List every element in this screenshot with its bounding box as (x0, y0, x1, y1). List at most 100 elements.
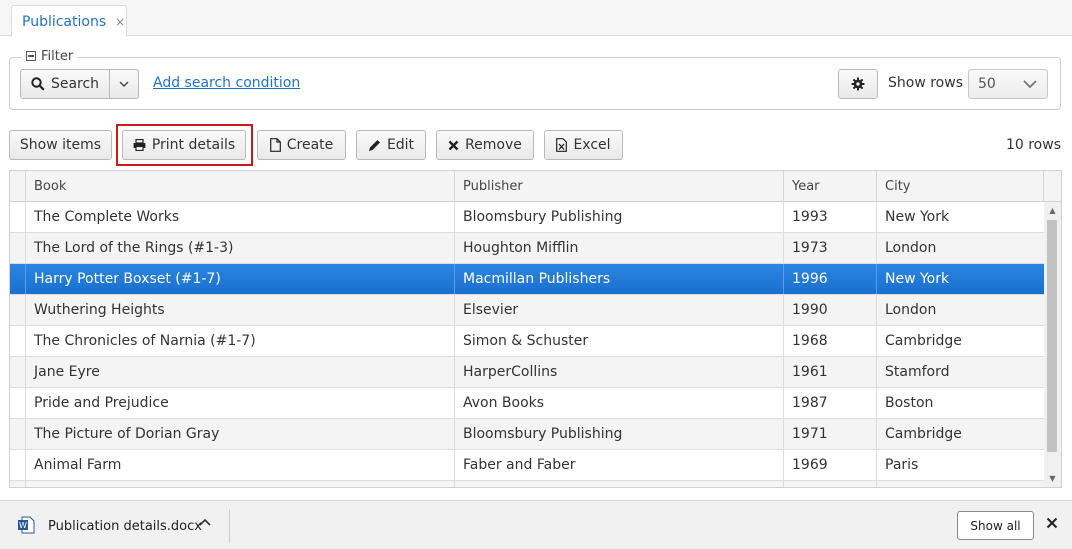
create-button[interactable]: Create (257, 130, 346, 160)
scrollbar-thumb[interactable] (1047, 220, 1057, 452)
cell-city: New York (885, 209, 950, 225)
tab-bar: Publications × (0, 0, 1072, 37)
cell-year: 1971 (784, 419, 877, 449)
remove-button[interactable]: Remove (436, 130, 534, 160)
header-spacer (1044, 171, 1061, 202)
table-row[interactable]: The Lord of the Rings (#1-3) Houghton Mif… (10, 233, 1044, 264)
tab-label[interactable]: Publications (22, 14, 106, 30)
scroll-up-icon[interactable]: ▲ (1044, 204, 1061, 218)
show-rows-value: 50 (978, 76, 996, 92)
row-marker[interactable] (10, 357, 26, 387)
chevron-down-icon (1023, 80, 1037, 89)
table-row[interactable]: The Picture of Dorian Gray Bloomsbury Pub… (10, 419, 1044, 450)
row-marker[interactable] (10, 295, 26, 325)
show-all-button[interactable]: Show all (957, 511, 1034, 540)
download-bar: W Publication details.docx Show all (0, 500, 1072, 549)
grid-header: Book Publisher Year City (10, 171, 1061, 202)
cell-city: Boston (885, 395, 934, 411)
cell-city: London (885, 302, 937, 318)
table-row[interactable]: Wuthering Heights Elsevier 1990 London (10, 295, 1044, 326)
close-icon[interactable] (1046, 517, 1058, 529)
column-header-year[interactable]: Year (784, 171, 877, 202)
cell-city: Stamford (885, 364, 950, 380)
cell-book: Jane Eyre (26, 357, 455, 387)
cell-year: 1996 (784, 264, 877, 294)
row-marker[interactable] (10, 388, 26, 418)
edit-button[interactable]: Edit (356, 130, 426, 160)
cell-year: 1968 (784, 326, 877, 356)
row-marker[interactable] (10, 326, 26, 356)
row-count: 10 rows (1005, 137, 1061, 153)
svg-text:W: W (19, 521, 27, 530)
search-dropdown-button[interactable] (109, 69, 139, 99)
show-rows-select[interactable]: 50 (968, 69, 1048, 99)
edit-label: Edit (386, 137, 415, 153)
cell-book (26, 481, 455, 487)
excel-button[interactable]: Excel (544, 130, 623, 160)
cell-city: Cambridge (885, 333, 962, 349)
filter-legend[interactable]: Filter (22, 48, 78, 64)
highlight-box (116, 124, 253, 166)
word-document-icon: W (18, 516, 35, 534)
cell-publisher: Faber and Faber (455, 450, 784, 480)
row-marker[interactable] (10, 233, 26, 263)
cell-year: 1990 (784, 295, 877, 325)
search-button[interactable]: Search (20, 69, 110, 99)
cell-city (877, 481, 1044, 487)
table-row-selected[interactable]: Harry Potter Boxset (#1-7) Macmillan Publ… (10, 264, 1044, 295)
show-items-button[interactable]: Show items (9, 130, 112, 160)
row-marker[interactable] (10, 202, 26, 232)
x-icon (448, 140, 459, 150)
cell-year: 1993 (784, 202, 877, 232)
scroll-down-icon[interactable]: ▼ (1044, 472, 1061, 486)
collapse-icon[interactable] (26, 51, 36, 61)
cell-book: Animal Farm (26, 450, 455, 480)
table-row[interactable]: The Chronicles of Narnia (#1-7) Simon & S… (10, 326, 1044, 357)
column-header-book[interactable]: Book (26, 171, 455, 202)
row-marker[interactable] (10, 481, 26, 487)
download-file-name[interactable]: Publication details.docx (48, 519, 202, 534)
close-icon[interactable]: × (115, 15, 125, 29)
excel-label: Excel (573, 137, 611, 153)
table-row[interactable]: Jane Eyre HarperCollins 1961 Stamford (10, 357, 1044, 388)
table-row[interactable]: Pride and Prejudice Avon Books 1987 Boston (10, 388, 1044, 419)
row-marker-header (10, 171, 26, 202)
vertical-scrollbar[interactable]: ▲ ▼ (1044, 202, 1061, 487)
cell-year: 1961 (784, 357, 877, 387)
remove-label: Remove (465, 137, 522, 153)
excel-file-icon (556, 138, 568, 152)
cell-year: 1987 (784, 388, 877, 418)
cell-publisher: HarperCollins (455, 357, 784, 387)
cell-city: London (885, 240, 937, 256)
cell-publisher: Houghton Mifflin (455, 233, 784, 263)
cell-book: The Complete Works (26, 202, 455, 232)
cell-year: 1973 (784, 233, 877, 263)
search-button-label: Search (50, 76, 100, 92)
row-marker[interactable] (10, 450, 26, 480)
chevron-down-icon (119, 81, 129, 87)
divider (229, 509, 230, 543)
table-row[interactable] (10, 481, 1044, 487)
gear-icon (851, 77, 865, 91)
column-header-publisher[interactable]: Publisher (455, 171, 784, 202)
add-search-condition-link[interactable]: Add search condition (153, 75, 300, 91)
tab-publications[interactable]: Publications × (11, 5, 127, 37)
row-marker[interactable] (10, 264, 26, 294)
cell-publisher: Macmillan Publishers (455, 264, 784, 294)
cell-year: 1969 (784, 450, 877, 480)
settings-button[interactable] (838, 69, 878, 99)
cell-year (784, 481, 877, 487)
chevron-up-icon[interactable] (199, 517, 211, 529)
cell-city: New York (885, 271, 950, 287)
table-row[interactable]: The Complete Works Bloomsbury Publishing 1… (10, 202, 1044, 233)
show-rows-label: Show rows (888, 75, 963, 91)
table-row[interactable]: Animal Farm Faber and Faber 1969 Paris (10, 450, 1044, 481)
cell-publisher: Avon Books (455, 388, 784, 418)
column-header-city[interactable]: City (877, 171, 1044, 202)
row-marker[interactable] (10, 419, 26, 449)
search-icon (31, 77, 45, 91)
grid-body: The Complete Works Bloomsbury Publishing 1… (10, 202, 1044, 487)
file-icon (269, 138, 281, 152)
publications-grid: Book Publisher Year City The Complete Wo… (9, 170, 1062, 488)
cell-book: Pride and Prejudice (26, 388, 455, 418)
